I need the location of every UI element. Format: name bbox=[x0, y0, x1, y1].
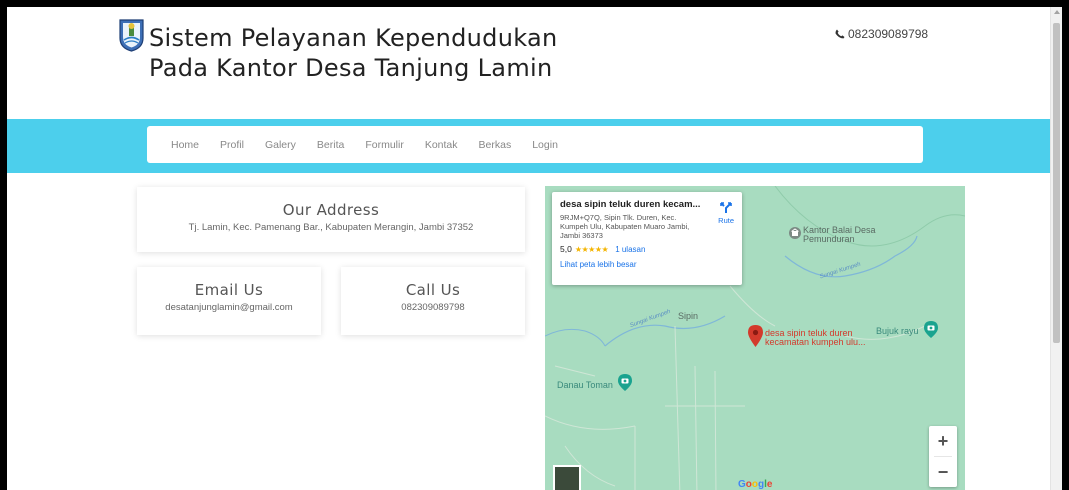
danau-label: Danau Toman bbox=[557, 380, 613, 390]
place-address: 9RJM+Q7Q, Sipin Tlk. Duren, Kec. Kumpeh … bbox=[560, 213, 690, 240]
embedded-map[interactable]: desa sipin teluk duren kecam... 9RJM+Q7Q… bbox=[545, 186, 965, 490]
place-rating: 5,0 ★★★★★ 1 ulasan bbox=[560, 244, 734, 254]
kantor-label-line2: Pemunduran bbox=[803, 234, 855, 244]
regency-emblem-icon bbox=[119, 19, 144, 52]
nav-kontak[interactable]: Kontak bbox=[425, 139, 458, 151]
directions-icon bbox=[720, 202, 732, 213]
email-heading: Email Us bbox=[194, 281, 264, 299]
satellite-toggle[interactable] bbox=[553, 465, 581, 490]
pin-label-line2: kecamatan kumpeh ulu... bbox=[765, 337, 866, 347]
address-card: Our Address Tj. Lamin, Kec. Pamenang Bar… bbox=[137, 187, 525, 252]
phone-icon bbox=[835, 29, 845, 39]
nav-galery[interactable]: Galery bbox=[265, 139, 296, 151]
scroll-up-icon[interactable] bbox=[1054, 10, 1060, 14]
vertical-scrollbar[interactable] bbox=[1050, 7, 1062, 490]
nav-berkas[interactable]: Berkas bbox=[479, 139, 512, 151]
nav-profil[interactable]: Profil bbox=[220, 139, 244, 151]
nav-home[interactable]: Home bbox=[171, 139, 199, 151]
location-pin-icon[interactable] bbox=[748, 325, 763, 347]
call-heading: Call Us bbox=[405, 281, 461, 299]
place-title: desa sipin teluk duren kecam... bbox=[560, 199, 701, 210]
main-navbar: Home Profil Galery Berita Formulir Konta… bbox=[147, 126, 923, 163]
map-zoom-controls: + − bbox=[929, 426, 957, 487]
rating-stars-icon: ★★★★★ bbox=[574, 244, 609, 254]
site-title: Sistem Pelayanan Kependudukan Pada Kanto… bbox=[149, 24, 558, 82]
zoom-out-button[interactable]: − bbox=[929, 457, 957, 487]
camera-pin-icon-2 bbox=[618, 374, 632, 391]
bujuk-label: Bujuk rayu bbox=[876, 326, 919, 336]
site-header: Sistem Pelayanan Kependudukan Pada Kanto… bbox=[7, 7, 1057, 119]
camera-pin-icon bbox=[924, 321, 938, 338]
nav-formulir[interactable]: Formulir bbox=[365, 139, 404, 151]
pin-label: desa sipin teluk duren kecamatan kumpeh … bbox=[765, 329, 866, 347]
sipin-label: Sipin bbox=[678, 311, 699, 321]
map-place-card: desa sipin teluk duren kecam... 9RJM+Q7Q… bbox=[552, 192, 742, 285]
call-number[interactable]: 082309089798 bbox=[341, 302, 525, 313]
address-text: Tj. Lamin, Kec. Pamenang Bar., Kabupaten… bbox=[188, 222, 474, 233]
header-phone-number[interactable]: 082309089798 bbox=[848, 27, 928, 41]
address-heading: Our Address bbox=[282, 201, 380, 219]
reviews-link[interactable]: 1 ulasan bbox=[615, 245, 645, 254]
email-card: Email Us desatanjunglamin@gmail.com bbox=[137, 267, 321, 335]
directions-button[interactable]: Rute bbox=[718, 202, 734, 225]
scrollbar-thumb[interactable] bbox=[1053, 23, 1060, 343]
email-address[interactable]: desatanjunglamin@gmail.com bbox=[137, 302, 321, 313]
nav-berita[interactable]: Berita bbox=[317, 139, 344, 151]
building-icon bbox=[789, 227, 801, 239]
navbar-band: Home Profil Galery Berita Formulir Konta… bbox=[7, 119, 1057, 173]
rating-value: 5,0 bbox=[560, 244, 572, 254]
call-card: Call Us 082309089798 bbox=[341, 267, 525, 335]
directions-label: Rute bbox=[718, 216, 734, 225]
google-logo: Google bbox=[738, 479, 773, 490]
view-larger-map-link[interactable]: Lihat peta lebih besar bbox=[560, 260, 734, 269]
header-phone: 082309089798 bbox=[835, 27, 928, 41]
nav-login[interactable]: Login bbox=[532, 139, 558, 151]
zoom-in-button[interactable]: + bbox=[929, 426, 957, 456]
browser-viewport: Sistem Pelayanan Kependudukan Pada Kanto… bbox=[0, 0, 1069, 490]
kantor-label: Kantor Balai Desa Pemunduran bbox=[803, 226, 876, 244]
